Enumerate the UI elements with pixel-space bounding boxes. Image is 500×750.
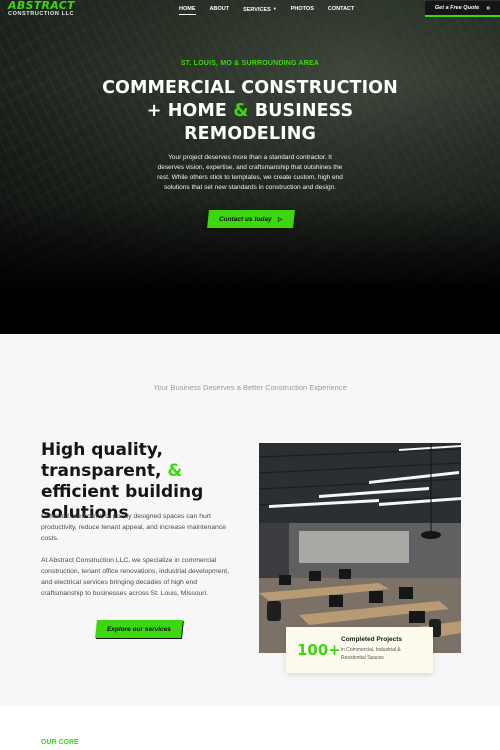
nav-item-label: SERVICES [243,7,271,13]
hero-title-line2-a: + HOME [146,101,234,121]
nav-menu: HOME ABOUT SERVICES ▼ PHOTOS CONTACT [172,5,361,15]
hero-title-line1: COMMERCIAL CONSTRUCTION [102,78,398,98]
double-chevron-right-icon: » [486,4,491,12]
hero-title-line3: REMODELING [184,124,316,144]
nav-item-contact[interactable]: CONTACT [321,5,361,15]
nav-item-label: PHOTOS [290,6,314,12]
nav-item-services[interactable]: SERVICES ▼ [236,5,284,15]
explore-services-button[interactable]: Explore our services [95,620,183,638]
logo-wordmark: ABSTRACT [8,0,75,12]
nav-item-label: CONTACT [327,6,355,12]
hero-content: ST. LOUIS, MO & SURROUNDING AREA COMMERC… [0,60,500,193]
intro-headline-a: High quality, transparent, [41,440,168,481]
nav-item-home[interactable]: HOME [172,5,203,15]
office-interior-photo [259,443,461,653]
stat-number: 100+ [297,641,341,659]
nav-item-label: ABOUT [209,6,230,12]
stat-title: Completed Projects [341,636,403,643]
logo[interactable]: ABSTRACT CONSTRUCTION LLC [8,0,88,18]
arrow-right-icon: ▷ [278,216,283,223]
intro-section: Your Business Deserves a Better Construc… [0,334,500,706]
nav-item-about[interactable]: ABOUT [203,5,237,15]
completed-projects-card: 100+ Completed Projects in Commercial, I… [286,627,433,673]
contact-us-label: Contact us today [219,215,273,223]
free-quote-label: Get a Free Quote [434,5,480,11]
section-tagline: Your Business Deserves a Better Construc… [153,383,347,392]
logo-subtitle: CONSTRUCTION LLC [8,11,75,17]
contact-us-button[interactable]: Contact us today ▷ [207,210,295,228]
intro-paragraph-1: Outdated, inefficient, or poorly designe… [41,513,227,542]
nav-item-photos[interactable]: PHOTOS [284,5,321,15]
hero-title-ampersand: & [233,101,249,121]
hero-title: COMMERCIAL CONSTRUCTION + HOME & BUSINES… [0,77,500,146]
hero-title-line2-b: BUSINESS [248,101,354,121]
hero-section: ABSTRACT CONSTRUCTION LLC HOME ABOUT SER… [0,0,500,334]
intro-headline-ampersand: & [167,461,183,481]
free-quote-button[interactable]: Get a Free Quote » [425,1,500,17]
top-navigation: ABSTRACT CONSTRUCTION LLC HOME ABOUT SER… [0,0,500,20]
intro-paragraph-2: At Abstract Construction LLC, we special… [41,557,230,597]
hero-description: Your project deserves more than a standa… [157,154,343,191]
chevron-down-icon: ▼ [272,6,277,11]
nav-item-label: HOME [179,6,196,12]
stat-description: in Commercial, Industrial & Residential … [341,647,401,661]
core-section: OUR CORE [0,706,500,750]
core-label: OUR CORE [41,739,79,746]
explore-services-label: Explore our services [107,625,171,633]
hero-kicker: ST. LOUIS, MO & SURROUNDING AREA [180,60,320,67]
